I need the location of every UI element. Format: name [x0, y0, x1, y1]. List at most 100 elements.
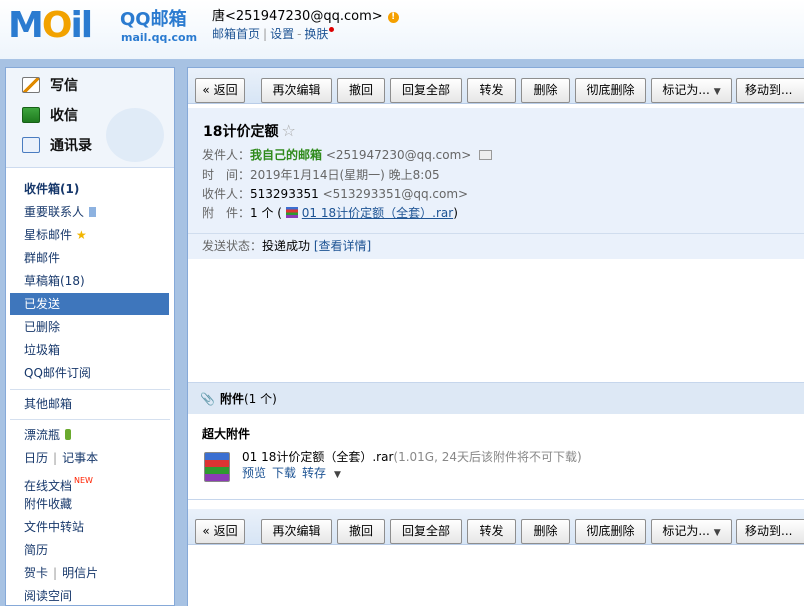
home-link[interactable]: 邮箱首页	[212, 27, 260, 41]
reply-all-button[interactable]: 回复全部	[390, 78, 462, 103]
reedit-button[interactable]: 再次编辑	[261, 519, 332, 544]
delete-button[interactable]: 删除	[521, 519, 570, 544]
move-to-dropdown[interactable]: 移动到...	[736, 519, 804, 544]
sidebar-item-label: 漂流瓶	[24, 428, 61, 442]
sidebar-item-subscriptions[interactable]: QQ邮件订阅	[6, 362, 174, 384]
sidebar-item-spam[interactable]: 垃圾箱	[6, 339, 174, 361]
contact-card-icon[interactable]	[479, 150, 493, 160]
sidebar-item-label: 在线文档	[24, 479, 73, 493]
bookmark-icon	[89, 207, 97, 217]
star-toggle-icon[interactable]: ☆	[281, 121, 295, 140]
sidebar-item-deleted[interactable]: 已删除	[6, 316, 174, 338]
mark-as-dropdown[interactable]: 标记为... ▼	[651, 519, 732, 544]
quick-actions: 写信 收信 通讯录	[6, 68, 174, 168]
sidebar-item-cards-postcards: 贺卡 | 明信片	[6, 562, 174, 584]
mark-as-label: 标记为...	[662, 83, 710, 97]
new-badge: NEW	[74, 476, 93, 485]
reedit-button[interactable]: 再次编辑	[261, 78, 332, 103]
attachment-actions: 预览 下载 转存 ▼	[242, 465, 353, 483]
notepad-link[interactable]: 记事本	[62, 451, 98, 465]
reply-all-button[interactable]: 回复全部	[390, 519, 462, 544]
sidebar-item-important-contacts[interactable]: 重要联系人	[6, 201, 174, 223]
skin-link[interactable]: 换肤	[304, 27, 328, 41]
recall-button[interactable]: 撤回	[337, 78, 385, 103]
mail-view: « 返回 再次编辑 撤回 回复全部 转发 删除 彻底删除 标记为... ▼ 移动到…	[187, 67, 804, 606]
contacts-label: 通讯录	[50, 138, 92, 154]
separator: |	[53, 451, 58, 465]
forward-button[interactable]: 转发	[467, 519, 516, 544]
recipient-name[interactable]: 513293351	[250, 187, 319, 201]
file-name: 01 18计价定额（全套）.rar	[242, 450, 394, 464]
status-label: 发送状态：	[202, 239, 263, 253]
warning-icon[interactable]: !	[387, 12, 399, 23]
sender-name[interactable]: 我自己的邮箱	[250, 148, 322, 162]
qqmail-logo[interactable]: MOil	[8, 6, 93, 46]
back-button[interactable]: « 返回	[195, 78, 245, 103]
status-details-link[interactable]: [查看详情]	[314, 239, 371, 253]
sidebar-item-attachment-collection[interactable]: 附件收藏	[6, 493, 174, 515]
sidebar-item-sent[interactable]: 已发送	[10, 293, 169, 315]
brand-name: QQ邮箱	[120, 9, 187, 30]
delete-permanently-button[interactable]: 彻底删除	[575, 78, 646, 103]
attachment-label: 附 件：	[202, 206, 251, 220]
mark-as-dropdown[interactable]: 标记为... ▼	[651, 78, 732, 103]
separator: -	[297, 27, 302, 41]
move-to-dropdown[interactable]: 移动到...	[736, 78, 804, 103]
preview-link[interactable]: 预览	[242, 466, 266, 480]
from-row: 发件人：我自己的邮箱 <251947230@qq.com>	[202, 146, 493, 164]
sidebar-item-drift-bottle[interactable]: 漂流瓶	[6, 424, 174, 446]
sidebar-item-label: 星标邮件	[24, 228, 73, 242]
user-name: 唐<251947230@qq.com>	[212, 9, 383, 24]
sidebar-item-online-docs[interactable]: 在线文档 NEW	[6, 470, 174, 493]
recall-button[interactable]: 撤回	[337, 519, 385, 544]
time-row: 时 间：2019年1月14日(星期一) 晚上8:05	[202, 166, 440, 184]
attachments-title: 附件	[219, 392, 244, 406]
delete-permanently-button[interactable]: 彻底删除	[575, 519, 646, 544]
star-icon: ★	[76, 228, 87, 242]
rar-archive-icon	[204, 452, 230, 482]
download-link[interactable]: 下载	[272, 466, 296, 480]
bottom-toolbar: « 返回 再次编辑 撤回 回复全部 转发 删除 彻底删除 标记为... ▼ 移动到…	[188, 509, 804, 545]
compose-button[interactable]: 写信	[22, 74, 78, 98]
penguin-watermark-icon	[106, 108, 164, 162]
sidebar-item-inbox[interactable]: 收件箱(1)	[6, 178, 174, 200]
sidebar-item-other-mailbox[interactable]: 其他邮箱	[6, 393, 174, 415]
settings-link[interactable]: 设置	[270, 27, 294, 41]
compose-label: 写信	[50, 78, 78, 94]
new-dot-icon	[329, 27, 335, 32]
delete-button[interactable]: 删除	[521, 78, 570, 103]
sidebar-item-group-mail[interactable]: 群邮件	[6, 247, 174, 269]
postcards-link[interactable]: 明信片	[62, 566, 98, 580]
to-label: 收件人：	[202, 187, 251, 201]
file-meta: (1.01G, 24天后该附件将不可下载)	[393, 450, 582, 464]
paperclip-icon: 📎	[200, 392, 215, 406]
brand-url: mail.qq.com	[121, 31, 198, 44]
sidebar-item-file-transfer[interactable]: 文件中转站	[6, 516, 174, 538]
sidebar-item-reading-space[interactable]: 阅读空间	[6, 585, 174, 606]
user-account: 唐<251947230@qq.com>!	[212, 9, 399, 25]
attachment-row: 附 件：1 个 ( 01 18计价定额（全套）.rar)	[202, 204, 458, 222]
cards-link[interactable]: 贺卡	[24, 566, 48, 580]
to-row: 收件人：513293351 <513293351@qq.com>	[202, 185, 468, 203]
forward-button[interactable]: 转发	[467, 78, 516, 103]
contacts-icon	[22, 137, 40, 153]
back-button[interactable]: « 返回	[195, 519, 245, 544]
attachment-link[interactable]: 01 18计价定额（全套）.rar	[302, 206, 453, 220]
move-to-label: 移动到...	[745, 524, 793, 538]
sidebar-item-starred[interactable]: 星标邮件 ★	[6, 224, 174, 246]
status-value: 投递成功	[262, 239, 311, 253]
save-to-dropdown[interactable]: 转存 ▼	[302, 466, 347, 480]
pen-icon	[22, 77, 40, 93]
contacts-button[interactable]: 通讯录	[22, 134, 92, 158]
subject-text: 18计价定额	[203, 124, 279, 140]
calendar-link[interactable]: 日历	[24, 451, 48, 465]
receive-button[interactable]: 收信	[22, 104, 78, 128]
app-header: MOil QQ邮箱 mail.qq.com 唐<251947230@qq.com…	[0, 0, 804, 60]
sidebar-item-drafts[interactable]: 草稿箱(18)	[6, 270, 174, 292]
sidebar-item-resume[interactable]: 简历	[6, 539, 174, 561]
bottle-icon	[65, 429, 72, 440]
sidebar-item-label: 重要联系人	[24, 205, 85, 219]
chevron-down-icon: ▼	[713, 528, 721, 538]
delivery-status: 发送状态：投递成功 [查看详情]	[188, 233, 804, 259]
download-icon	[22, 107, 40, 123]
